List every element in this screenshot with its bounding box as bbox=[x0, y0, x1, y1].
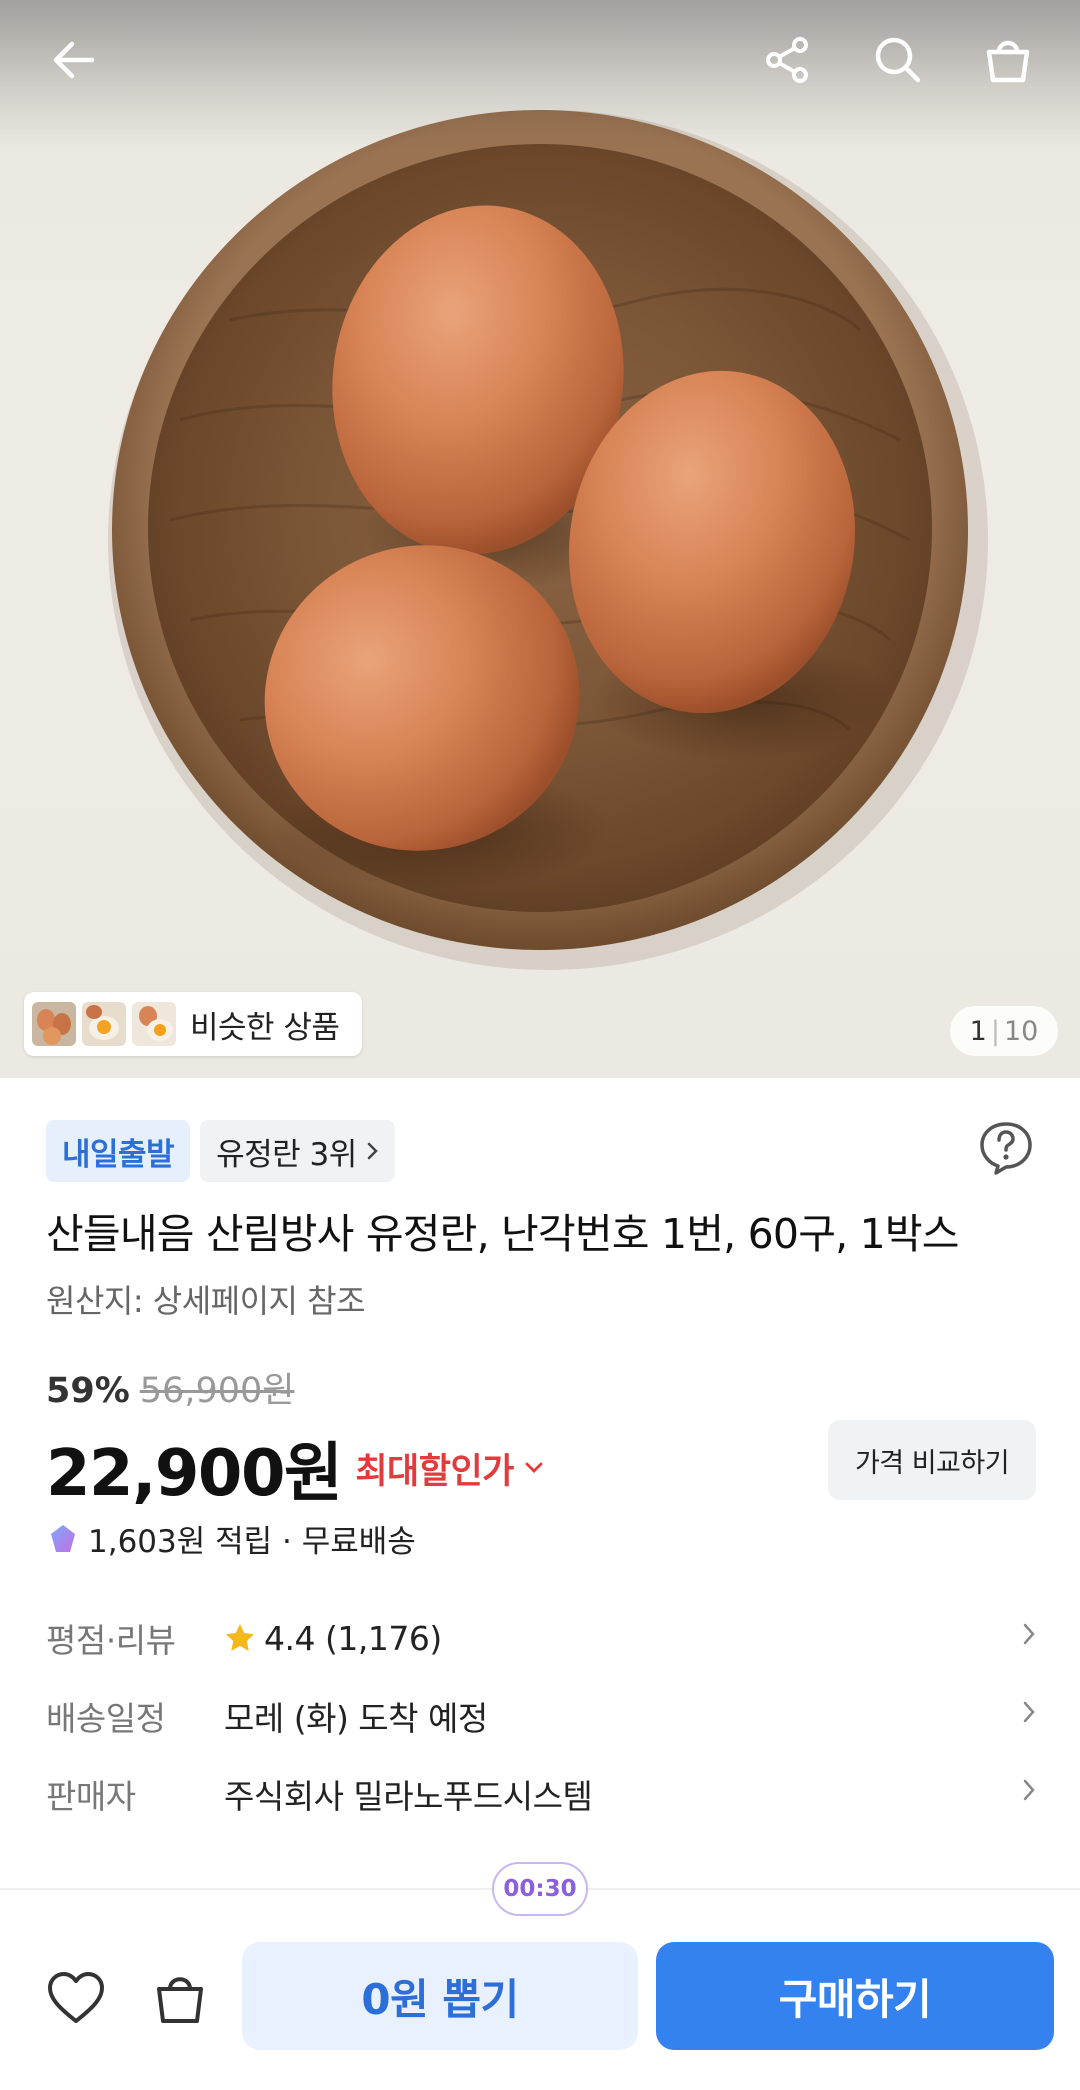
delivery-schedule-row[interactable]: 배송일정 모레 (화) 도착 예정 bbox=[46, 1686, 1036, 1746]
delivery-badge: 내일출발 bbox=[46, 1120, 191, 1182]
wishlist-button[interactable] bbox=[42, 1964, 110, 2032]
product-photo bbox=[108, 110, 988, 970]
help-question-icon bbox=[980, 1122, 1032, 1175]
page-separator: | bbox=[990, 1015, 1000, 1047]
buy-now-button[interactable]: 구매하기 bbox=[656, 1942, 1054, 2050]
page-total: 10 bbox=[1003, 1015, 1039, 1047]
sale-price: 22,900원 bbox=[46, 1437, 343, 1511]
seller-label: 판매자 bbox=[46, 1777, 136, 1816]
share-button[interactable] bbox=[756, 28, 820, 92]
seller-value: 주식회사 밀라노푸드시스템 bbox=[224, 1777, 593, 1816]
star-icon bbox=[226, 1624, 254, 1651]
chevron-right-icon bbox=[367, 1142, 378, 1160]
shopping-bag-icon bbox=[157, 1977, 203, 2023]
badge-row: 내일출발 유정란 3위 bbox=[46, 1120, 395, 1182]
seller-row[interactable]: 판매자 주식회사 밀라노푸드시스템 bbox=[46, 1764, 1036, 1824]
image-page-indicator: 1 | 10 bbox=[950, 1006, 1058, 1056]
rating-review-row[interactable]: 평점·리뷰 4.4 (1,176) bbox=[46, 1608, 1036, 1668]
add-to-cart-button[interactable] bbox=[146, 1964, 214, 2032]
delivery-label: 배송일정 bbox=[46, 1699, 166, 1738]
delivery-value: 모레 (화) 도착 예정 bbox=[224, 1699, 488, 1738]
max-discount-label: 최대할인가 bbox=[355, 1451, 514, 1492]
max-discount-dropdown[interactable]: 최대할인가 bbox=[355, 1443, 544, 1494]
similar-products-chip[interactable]: 비슷한 상품 bbox=[24, 992, 362, 1056]
similar-products-label: 비슷한 상품 bbox=[190, 1009, 340, 1046]
cart-button[interactable] bbox=[976, 28, 1040, 92]
rating-value: 4.4 (1,176) bbox=[264, 1618, 442, 1658]
price-compare-button[interactable]: 가격 비교하기 bbox=[828, 1420, 1036, 1500]
help-button[interactable] bbox=[976, 1118, 1036, 1178]
heart-icon bbox=[48, 1972, 104, 2023]
product-title: 산들내음 산림방사 유정란, 난각번호 1번, 60구, 1박스 bbox=[46, 1210, 960, 1258]
reward-row: 1,603원 적립 · 무료배송 bbox=[46, 1516, 416, 1561]
discount-row: 59% 56,900원 bbox=[46, 1362, 294, 1413]
rating-value-group: 4.4 (1,176) bbox=[224, 1619, 442, 1658]
rating-label: 평점·리뷰 bbox=[46, 1621, 176, 1660]
discount-percent: 59% bbox=[46, 1371, 130, 1411]
shopping-bag-icon bbox=[986, 40, 1030, 83]
product-image-carousel[interactable]: 비슷한 상품 1 | 10 bbox=[0, 0, 1080, 1078]
chevron-right-icon bbox=[1023, 1623, 1035, 1645]
search-button[interactable] bbox=[866, 28, 930, 92]
reward-text: 1,603원 적립 · 무료배송 bbox=[88, 1524, 416, 1560]
arrow-left-icon bbox=[53, 41, 95, 79]
similar-thumb-2 bbox=[82, 1002, 126, 1046]
page-current: 1 bbox=[969, 1015, 987, 1047]
chevron-right-icon bbox=[1023, 1779, 1035, 1801]
product-origin: 원산지: 상세페이지 참조 bbox=[46, 1282, 366, 1320]
chevron-down-icon bbox=[525, 1462, 543, 1473]
share-icon bbox=[766, 37, 808, 83]
reward-coin-icon bbox=[51, 1524, 75, 1552]
countdown-timer-badge: 00:30 bbox=[492, 1862, 588, 1916]
back-button[interactable] bbox=[42, 28, 106, 92]
similar-thumb-3 bbox=[132, 1002, 176, 1046]
similar-thumb-1 bbox=[32, 1002, 76, 1046]
rank-badge-label: 유정란 3위 bbox=[216, 1136, 357, 1173]
search-icon bbox=[875, 37, 921, 83]
zero-won-draw-button[interactable]: 0원 뽑기 bbox=[242, 1942, 638, 2050]
chevron-right-icon bbox=[1023, 1701, 1035, 1723]
price-row: 22,900원 최대할인가 bbox=[46, 1422, 544, 1514]
rank-badge[interactable]: 유정란 3위 bbox=[200, 1120, 395, 1182]
original-price: 56,900원 bbox=[139, 1371, 295, 1411]
